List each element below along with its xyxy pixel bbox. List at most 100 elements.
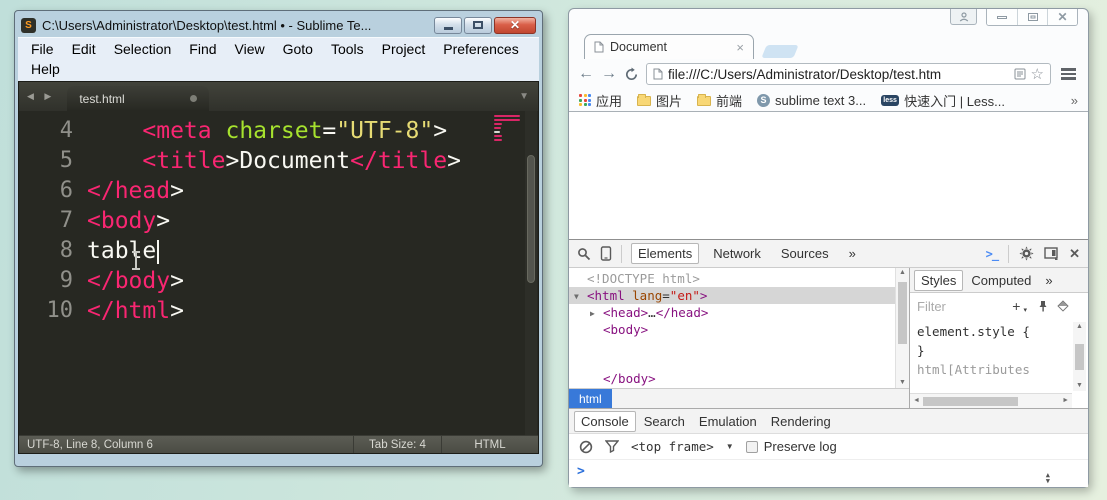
minimize-button[interactable] xyxy=(987,9,1017,25)
new-style-rule-icon[interactable]: + xyxy=(1012,298,1020,314)
devtools-tab-sources[interactable]: Sources xyxy=(775,243,835,264)
console-drawer-icon[interactable]: >_ xyxy=(986,247,998,261)
tree-row[interactable]: <body> xyxy=(569,321,909,338)
styles-scrollbar[interactable]: ▲ ▼ xyxy=(1073,322,1086,391)
console-input[interactable]: > ▲▼ xyxy=(569,459,1088,487)
devtools-close-icon[interactable]: ✕ xyxy=(1069,246,1080,262)
elements-scrollbar-thumb[interactable] xyxy=(898,282,907,344)
devtools-tab-network[interactable]: Network xyxy=(707,243,767,264)
scroll-left-icon[interactable]: ◄ xyxy=(913,397,920,404)
tab-overflow-icon[interactable]: ▼ xyxy=(519,91,529,102)
menu-item-find[interactable]: Find xyxy=(180,39,225,59)
filter-funnel-icon[interactable] xyxy=(605,440,619,453)
devtools-tab-overflow[interactable]: » xyxy=(843,243,862,264)
menu-item-project[interactable]: Project xyxy=(373,39,435,59)
element-state-icon[interactable] xyxy=(1057,300,1068,311)
pin-icon[interactable] xyxy=(1038,300,1048,313)
tree-row[interactable]: <!DOCTYPE html> xyxy=(569,270,909,287)
tab-scroll-arrows-icon[interactable]: ◀ ▶ xyxy=(27,91,55,102)
bookmark-2[interactable]: 图片 xyxy=(637,91,682,110)
browser-tab-document[interactable]: Document × xyxy=(584,34,754,59)
page-content[interactable] xyxy=(569,111,1088,239)
code-area[interactable]: 4 <meta charset="UTF-8">5 <title>Documen… xyxy=(19,111,538,435)
devtools-tab-elements[interactable]: Elements xyxy=(631,243,699,264)
menu-item-tools[interactable]: Tools xyxy=(322,39,373,59)
code-line-7[interactable]: 7<body> xyxy=(19,206,538,236)
minimize-button[interactable] xyxy=(434,17,462,34)
menu-item-preferences[interactable]: Preferences xyxy=(434,39,527,59)
collapse-arrow-icon[interactable]: ▶ xyxy=(590,305,595,322)
code-line-6[interactable]: 6</head> xyxy=(19,176,538,206)
code-line-4[interactable]: 4 <meta charset="UTF-8"> xyxy=(19,116,538,146)
editor-scrollbar-thumb[interactable] xyxy=(527,155,535,283)
bookmark-star-icon[interactable]: ☆ xyxy=(1031,67,1044,82)
close-button[interactable]: ✕ xyxy=(1047,9,1077,25)
code-line-9[interactable]: 9</body> xyxy=(19,266,538,296)
code-line-10[interactable]: 10</html> xyxy=(19,296,538,326)
preserve-log-checkbox[interactable] xyxy=(746,441,758,453)
style-rule-line[interactable]: element.style { xyxy=(917,322,1088,341)
menu-item-goto[interactable]: Goto xyxy=(274,39,322,59)
syntax-status[interactable]: HTML xyxy=(441,436,538,453)
styles-tab-overflow[interactable]: » xyxy=(1039,270,1058,291)
tab-close-icon[interactable]: × xyxy=(736,41,744,54)
device-mode-icon[interactable] xyxy=(600,246,612,261)
styles-tab-styles[interactable]: Styles xyxy=(914,270,963,291)
menu-item-help[interactable]: Help xyxy=(22,59,69,79)
sublime-titlebar[interactable]: S C:\Users\Administrator\Desktop\test.ht… xyxy=(18,13,539,37)
scroll-right-icon[interactable]: ► xyxy=(1062,397,1069,404)
console-tab-search[interactable]: Search xyxy=(638,411,691,432)
minimap[interactable] xyxy=(494,115,522,143)
maximize-button[interactable] xyxy=(1017,9,1047,25)
tab-size-status[interactable]: Tab Size: 4 xyxy=(353,436,441,453)
styles-tab-computed[interactable]: Computed xyxy=(965,270,1037,291)
refresh-button[interactable] xyxy=(624,67,639,82)
scroll-down-icon[interactable]: ▼ xyxy=(1073,381,1086,391)
scroll-down-icon[interactable]: ▼ xyxy=(896,378,909,388)
menu-item-file[interactable]: File xyxy=(22,39,63,59)
tree-row[interactable]: </body> xyxy=(569,370,909,387)
styles-hscrollbar[interactable]: ◄ ► xyxy=(910,393,1072,408)
code-line-5[interactable]: 5 <title>Document</title> xyxy=(19,146,538,176)
chrome-titlebar[interactable]: ✕ xyxy=(569,9,1088,33)
styles-hscrollbar-thumb[interactable] xyxy=(923,397,1018,406)
address-bar[interactable]: file:///C:/Users/Administrator/Desktop/t… xyxy=(646,63,1051,85)
style-rule-line[interactable]: html[Attributes xyxy=(917,360,1088,379)
profile-button[interactable] xyxy=(950,9,977,25)
new-tab-button[interactable] xyxy=(761,45,798,58)
page-action-icon[interactable] xyxy=(1014,68,1026,80)
bookmark-4[interactable]: Ssublime text 3... xyxy=(757,93,866,108)
scroll-up-icon[interactable]: ▲ xyxy=(1073,322,1086,332)
forward-button[interactable]: → xyxy=(601,66,617,82)
styles-scrollbar-thumb[interactable] xyxy=(1075,344,1084,370)
menu-item-edit[interactable]: Edit xyxy=(63,39,105,59)
editor-tab-test-html[interactable]: test.html xyxy=(67,86,209,111)
chrome-menu-button[interactable] xyxy=(1058,64,1079,84)
style-rule-line[interactable]: } xyxy=(917,341,1088,360)
console-tab-console[interactable]: Console xyxy=(574,411,636,432)
close-button[interactable]: ✕ xyxy=(494,17,536,34)
dock-side-icon[interactable] xyxy=(1044,247,1059,260)
tree-row[interactable]: ▶<head>…</head> xyxy=(569,304,909,321)
bookmark-1[interactable]: 应用 xyxy=(579,91,622,110)
code-line-8[interactable]: 8table xyxy=(19,236,538,266)
menu-item-view[interactable]: View xyxy=(226,39,274,59)
url-text[interactable]: file:///C:/Users/Administrator/Desktop/t… xyxy=(668,67,1009,82)
scroll-updown-icon[interactable]: ▲▼ xyxy=(1046,472,1050,484)
bookmark-5[interactable]: less快速入门 | Less... xyxy=(881,91,1005,110)
editor-scrollbar[interactable] xyxy=(525,111,537,435)
console-tab-rendering[interactable]: Rendering xyxy=(765,411,837,432)
inspect-magnifier-icon[interactable] xyxy=(577,247,591,261)
scroll-up-icon[interactable]: ▲ xyxy=(896,268,909,278)
bookmarks-overflow-icon[interactable]: » xyxy=(1071,93,1078,108)
breadcrumb-html[interactable]: html xyxy=(569,389,612,408)
frame-dropdown-caret-icon[interactable]: ▼ xyxy=(726,442,734,451)
back-button[interactable]: ← xyxy=(578,66,594,82)
elements-scrollbar[interactable]: ▲ ▼ xyxy=(895,268,909,388)
tree-row[interactable]: ▼<html lang="en"> xyxy=(569,287,909,304)
console-tab-emulation[interactable]: Emulation xyxy=(693,411,763,432)
styles-filter-input[interactable]: Filter xyxy=(917,299,946,314)
expand-arrow-icon[interactable]: ▼ xyxy=(574,288,579,305)
bookmark-3[interactable]: 前端 xyxy=(697,91,742,110)
settings-gear-icon[interactable] xyxy=(1019,246,1034,261)
